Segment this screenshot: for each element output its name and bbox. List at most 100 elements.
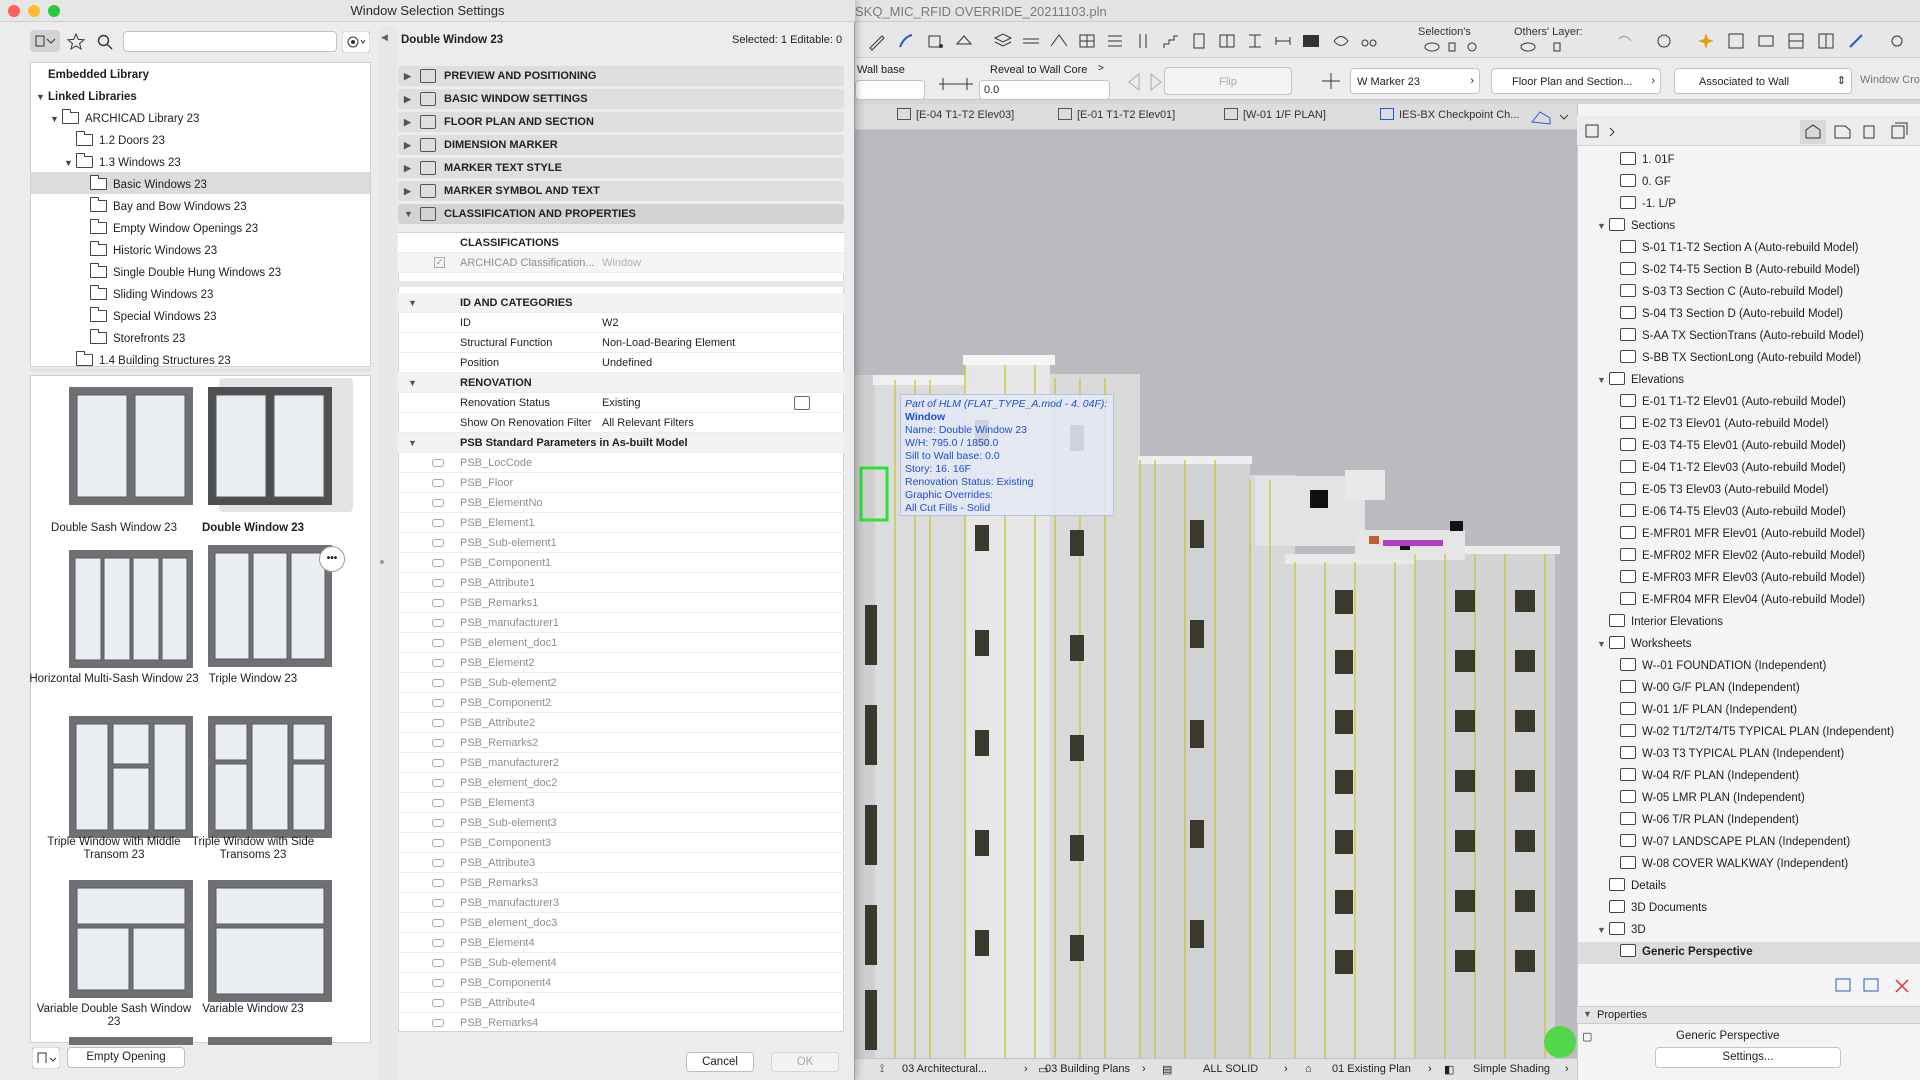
tab-e04[interactable]: [E-04 T1-T2 Elev03] bbox=[897, 108, 1014, 126]
navigator-item[interactable]: E-05 T3 Elev03 (Auto-rebuild Model) bbox=[1620, 479, 1828, 501]
psb-property-row[interactable]: PSB_Sub-element2 bbox=[398, 673, 844, 693]
psb-property-row[interactable]: PSB_Sub-element1 bbox=[398, 533, 844, 553]
column-icon[interactable] bbox=[1132, 30, 1154, 52]
psb-property-row[interactable]: PSB_Element3 bbox=[398, 793, 844, 813]
property-row[interactable]: ID W2 bbox=[398, 313, 844, 333]
save-icon[interactable] bbox=[1725, 30, 1747, 52]
pen-tool-icon[interactable] bbox=[866, 30, 888, 52]
window-thumbnail-partial[interactable] bbox=[208, 1037, 332, 1045]
navigator-item[interactable]: W-05 LMR PLAN (Independent) bbox=[1620, 787, 1805, 809]
navigator-item[interactable]: S-04 T3 Section D (Auto-rebuild Model) bbox=[1620, 303, 1843, 325]
navigator-item[interactable]: S-AA TX SectionTrans (Auto-rebuild Model… bbox=[1620, 325, 1864, 347]
navigator-item[interactable]: 1. 01F bbox=[1620, 149, 1675, 171]
window-thumbnail[interactable] bbox=[69, 716, 193, 838]
publish-icon[interactable] bbox=[1755, 30, 1777, 52]
navigator-item[interactable]: W-06 T/R PLAN (Independent) bbox=[1620, 809, 1799, 831]
psb-property-row[interactable]: PSB_Component4 bbox=[398, 973, 844, 993]
empty-opening-button[interactable]: Empty Opening bbox=[67, 1047, 185, 1068]
navigator-item[interactable]: ▼ 3D bbox=[1597, 919, 1646, 941]
tree-row[interactable]: Bay and Bow Windows 23 bbox=[78, 196, 247, 218]
pen-set-select[interactable]: ALL SOLID bbox=[1203, 1063, 1258, 1075]
layer-stack-icon[interactable] bbox=[992, 30, 1014, 52]
navigator-mode-icon[interactable] bbox=[1584, 122, 1618, 142]
navigator-item[interactable]: W-08 COVER WALKWAY (Independent) bbox=[1620, 853, 1848, 875]
psb-property-row[interactable]: PSB_Element2 bbox=[398, 653, 844, 673]
navigator-item[interactable]: Interior Elevations bbox=[1597, 611, 1723, 633]
tab-w01[interactable]: [W-01 1/F PLAN] bbox=[1224, 108, 1326, 126]
window-thumbnail[interactable] bbox=[69, 387, 193, 505]
disclosure-down-icon[interactable]: ▼ bbox=[64, 152, 76, 174]
organizer-icon[interactable] bbox=[1815, 30, 1837, 52]
navigator-item[interactable]: W-03 T3 TYPICAL PLAN (Independent) bbox=[1620, 743, 1844, 765]
psb-property-row[interactable]: PSB_Attribute3 bbox=[398, 853, 844, 873]
psb-property-row[interactable]: PSB_Component2 bbox=[398, 693, 844, 713]
psb-property-row[interactable]: PSB_manufacturer2 bbox=[398, 753, 844, 773]
navigator-item[interactable]: E-MFR02 MFR Elev02 (Auto-rebuild Model) bbox=[1620, 545, 1865, 567]
navigator-item[interactable]: S-BB TX SectionLong (Auto-rebuild Model) bbox=[1620, 347, 1861, 369]
navigator-item[interactable]: W-00 G/F PLAN (Independent) bbox=[1620, 677, 1800, 699]
disclosure-down-icon[interactable]: ▼ bbox=[1597, 215, 1609, 237]
navigator-item[interactable]: W-01 1/F PLAN (Independent) bbox=[1620, 699, 1797, 721]
teamwork-icon[interactable] bbox=[1695, 30, 1717, 52]
psb-property-row[interactable]: PSB_ElementNo bbox=[398, 493, 844, 513]
navigator-item[interactable]: E-MFR01 MFR Elev01 (Auto-rebuild Model) bbox=[1620, 523, 1865, 545]
psb-property-row[interactable]: PSB_element_doc1 bbox=[398, 633, 844, 653]
tree-row[interactable]: Single Double Hung Windows 23 bbox=[78, 262, 281, 284]
list-options-icon[interactable] bbox=[794, 396, 810, 410]
settings-icon[interactable] bbox=[1845, 30, 1867, 52]
cancel-button[interactable]: Cancel bbox=[686, 1052, 754, 1072]
settings-panel-header[interactable]: ▶ FLOOR PLAN AND SECTION bbox=[398, 112, 844, 132]
window-thumbnail[interactable] bbox=[208, 387, 332, 505]
navigator-item[interactable]: S-03 T3 Section C (Auto-rebuild Model) bbox=[1620, 281, 1843, 303]
reveal-chevron-icon[interactable]: > bbox=[1098, 63, 1104, 74]
selection-eye-icons[interactable] bbox=[1422, 40, 1482, 54]
properties-header[interactable]: ▼ Properties bbox=[1577, 1006, 1920, 1024]
psb-property-row[interactable]: PSB_Sub-element4 bbox=[398, 953, 844, 973]
navigator-item[interactable]: E-MFR03 MFR Elev03 (Auto-rebuild Model) bbox=[1620, 567, 1865, 589]
settings-panel-header[interactable]: ▶ DIMENSION MARKER bbox=[398, 135, 844, 155]
favorites-star-icon[interactable] bbox=[66, 32, 86, 52]
navigator-item[interactable]: W--01 FOUNDATION (Independent) bbox=[1620, 655, 1826, 677]
tree-row[interactable]: ▼ Linked Libraries bbox=[36, 86, 137, 108]
psb-property-row[interactable]: PSB_Floor bbox=[398, 473, 844, 493]
3d-view-tab-icon[interactable] bbox=[1530, 108, 1570, 126]
tab-e01[interactable]: [E-01 T1-T2 Elev01] bbox=[1058, 108, 1175, 126]
align-icon[interactable] bbox=[1244, 30, 1266, 52]
tree-row[interactable]: Storefronts 23 bbox=[78, 328, 185, 350]
window-thumbnail-partial[interactable] bbox=[69, 1037, 193, 1045]
navigator-actions[interactable] bbox=[1834, 976, 1918, 996]
psb-property-row[interactable]: PSB_element_doc3 bbox=[398, 913, 844, 933]
dimension-icon[interactable] bbox=[1272, 30, 1294, 52]
reveal-field[interactable]: 0.0 bbox=[979, 80, 1110, 100]
psb-property-row[interactable]: PSB_Remarks2 bbox=[398, 733, 844, 753]
renovation-select[interactable]: 01 Existing Plan bbox=[1332, 1063, 1411, 1075]
psb-property-row[interactable]: PSB_Component1 bbox=[398, 553, 844, 573]
panel-splitter[interactable] bbox=[379, 26, 397, 1080]
navigator-item[interactable]: Generic Perspective bbox=[1620, 941, 1753, 963]
navigator-item[interactable]: Details bbox=[1597, 875, 1666, 897]
3d-viewport[interactable] bbox=[855, 130, 1577, 1058]
navigator-item[interactable]: S-02 T4-T5 Section B (Auto-rebuild Model… bbox=[1620, 259, 1860, 281]
property-row[interactable]: Show On Renovation Filter All Relevant Fi… bbox=[398, 413, 844, 433]
tree-row[interactable]: Special Windows 23 bbox=[78, 306, 217, 328]
navigator-item[interactable]: ▼ Worksheets bbox=[1597, 633, 1692, 655]
psb-property-row[interactable]: PSB_Remarks3 bbox=[398, 873, 844, 893]
tab-ies-bx[interactable]: IES-BX Checkpoint Ch... bbox=[1380, 108, 1519, 126]
table-icon[interactable] bbox=[1300, 30, 1322, 52]
psb-property-row[interactable]: PSB_Remarks1 bbox=[398, 593, 844, 613]
navigator-item[interactable]: W-07 LANDSCAPE PLAN (Independent) bbox=[1620, 831, 1850, 853]
binoculars-icon[interactable] bbox=[1358, 30, 1380, 52]
psb-property-row[interactable]: PSB_LocCode bbox=[398, 453, 844, 473]
disclosure-down-icon[interactable]: ▼ bbox=[1597, 919, 1609, 941]
psb-property-row[interactable]: PSB_Element4 bbox=[398, 933, 844, 953]
psb-property-row[interactable]: PSB_Component3 bbox=[398, 833, 844, 853]
search-icon[interactable] bbox=[96, 33, 114, 51]
window-thumbnail[interactable] bbox=[208, 880, 332, 1002]
tree-row[interactable]: 1.2 Doors 23 bbox=[64, 130, 165, 152]
psb-property-row[interactable]: PSB_element_doc2 bbox=[398, 773, 844, 793]
psb-property-row[interactable]: PSB_Attribute4 bbox=[398, 993, 844, 1013]
sun-icon[interactable] bbox=[1886, 30, 1908, 52]
renovation-section[interactable]: ▼ RENOVATION bbox=[398, 373, 844, 393]
disclosure-down-icon[interactable]: ▼ bbox=[50, 108, 62, 130]
flip-button[interactable]: Flip bbox=[1164, 67, 1292, 95]
